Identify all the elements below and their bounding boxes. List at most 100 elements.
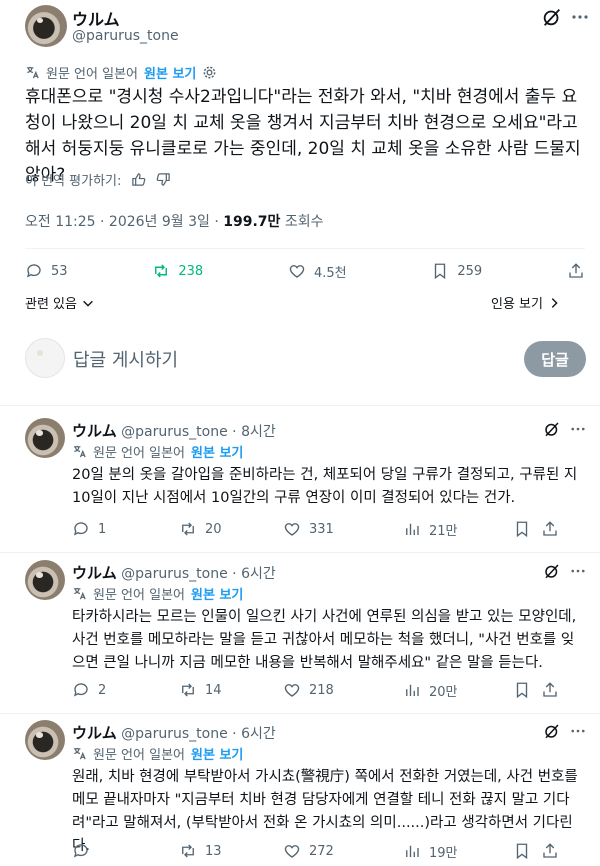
reply-action[interactable]: 1 [72, 520, 179, 538]
share-action[interactable] [541, 681, 559, 699]
grok-icon[interactable] [543, 562, 561, 580]
view-count: 20만 [429, 684, 458, 700]
author-avatar[interactable] [25, 5, 67, 47]
reply-avatar[interactable] [25, 560, 65, 600]
view-quotes-link[interactable]: 인용 보기 [491, 293, 561, 312]
reply-submit-button[interactable]: 답글 [524, 341, 586, 377]
grok-icon[interactable] [543, 420, 561, 438]
repost-action[interactable]: 20 [179, 520, 283, 538]
translation-notice: 원문 언어 일본어 원본 보기 [72, 744, 243, 763]
thumbs-up-icon[interactable] [131, 172, 146, 187]
repost-icon [182, 683, 194, 697]
grok-icon[interactable] [543, 722, 561, 740]
author-handle[interactable]: @parurus_tone [72, 28, 179, 44]
heart-icon [289, 265, 305, 278]
repost-action[interactable]: 13 [179, 842, 283, 860]
bookmark-action[interactable]: 259 [431, 262, 482, 280]
translate-icon [26, 66, 39, 79]
reply-icon [73, 522, 88, 536]
translation-notice: 원문 언어 일본어 원본 보기 [72, 442, 243, 461]
reply-time[interactable]: · 6시간 [232, 566, 276, 582]
reply-avatar[interactable] [25, 720, 65, 760]
bookmark-action[interactable] [513, 842, 541, 860]
repost-action[interactable]: 14 [179, 681, 283, 699]
sort-relevant-dropdown[interactable]: 관련 있음 [25, 293, 95, 312]
reply-author-name[interactable]: ウルム [72, 564, 117, 582]
share-action[interactable] [541, 842, 559, 860]
view-original-link[interactable]: 원본 보기 [144, 63, 196, 82]
view-count: 21만 [429, 523, 458, 539]
views-action[interactable]: 19만 [403, 842, 513, 861]
gear-icon[interactable] [202, 65, 217, 80]
more-options-icon[interactable] [571, 726, 585, 736]
share-action[interactable] [567, 262, 585, 280]
share-icon [543, 682, 557, 697]
reply-header: ウルム @parurus_tone · 6시간 [72, 722, 276, 743]
more-options-icon[interactable] [572, 10, 588, 24]
translate-icon [73, 587, 86, 600]
heart-icon [284, 523, 300, 536]
current-user-avatar[interactable] [25, 338, 65, 378]
reply-time[interactable]: · 6시간 [232, 726, 276, 742]
reply-count: 1 [98, 521, 107, 537]
views-action[interactable]: 21만 [403, 520, 513, 539]
reply-icon [73, 683, 88, 697]
reply-text: 20일 분의 옷을 갈아입을 준비하라는 건, 체포되어 당일 구류가 결정되고… [72, 467, 578, 506]
tweet-timestamp: 오전 11:25 · 2026년 9월 3일 · 199.7만 조회수 [25, 211, 324, 231]
translation-notice: 원문 언어 일본어 원본 보기 [25, 63, 217, 82]
view-count: 19만 [429, 845, 458, 861]
reply-header: ウルム @parurus_tone · 6시간 [72, 562, 276, 583]
reply-icon [73, 844, 88, 858]
like-count: 331 [309, 521, 334, 537]
repost-icon [182, 522, 194, 536]
more-options-icon[interactable] [571, 566, 585, 576]
like-action[interactable]: 218 [283, 681, 403, 699]
translation-notice: 원문 언어 일본어 원본 보기 [72, 584, 243, 603]
bookmark-action[interactable] [513, 681, 541, 699]
tweet-time[interactable]: 오전 11:25 · 2026년 9월 3일 · [25, 214, 223, 230]
author-display-name[interactable]: ウルム [72, 6, 120, 30]
bookmark-action[interactable] [513, 520, 541, 538]
reply-action-bar: 13 272 19만 [72, 841, 584, 861]
like-action[interactable]: 272 [283, 842, 403, 860]
chevron-down-icon [83, 300, 93, 307]
repost-count: 13 [205, 843, 222, 859]
view-original-link[interactable]: 원본 보기 [191, 442, 243, 461]
reply-header: ウルム @parurus_tone · 8시간 [72, 420, 276, 441]
share-icon [543, 521, 557, 536]
view-original-link[interactable]: 원본 보기 [191, 744, 243, 763]
like-count: 272 [309, 843, 334, 859]
reply-time[interactable]: · 8시간 [232, 424, 276, 440]
views-action[interactable]: 20만 [403, 681, 513, 700]
reply-author-handle[interactable]: @parurus_tone [121, 424, 228, 440]
reply-author-name[interactable]: ウルム [72, 724, 117, 742]
reply-author-handle[interactable]: @parurus_tone [121, 726, 228, 742]
like-action[interactable]: 4.5천 [288, 262, 347, 281]
bookmark-count: 259 [457, 263, 483, 279]
repost-icon [182, 844, 194, 858]
reply-author-handle[interactable]: @parurus_tone [121, 566, 228, 582]
reply-author-name[interactable]: ウルム [72, 422, 117, 440]
reply-count: 2 [98, 682, 107, 698]
share-action[interactable] [541, 520, 559, 538]
translation-language: 원문 언어 일본어 [93, 588, 185, 603]
reply-action[interactable]: 2 [72, 681, 179, 699]
thumbs-down-icon[interactable] [156, 172, 171, 187]
grok-icon[interactable] [541, 6, 563, 28]
reply-action[interactable] [72, 842, 179, 860]
view-original-link[interactable]: 원본 보기 [191, 584, 243, 603]
reply-action-bar: 2 14 218 20만 [72, 680, 584, 700]
reply-action[interactable]: 53 [25, 262, 68, 280]
like-action[interactable]: 331 [283, 520, 403, 538]
divider [0, 405, 600, 406]
bookmark-icon [516, 843, 528, 860]
reply-action-bar: 1 20 331 21만 [72, 519, 584, 539]
repost-count: 238 [178, 263, 204, 279]
more-options-icon[interactable] [571, 424, 585, 434]
reply-count: 53 [51, 263, 68, 279]
repost-action[interactable]: 238 [152, 262, 203, 280]
reply-avatar[interactable] [25, 418, 65, 458]
reply-compose-input[interactable]: 답글 게시하기 [73, 346, 503, 372]
translation-language: 원문 언어 일본어 [93, 748, 185, 763]
view-count: 199.7만 [223, 214, 281, 230]
